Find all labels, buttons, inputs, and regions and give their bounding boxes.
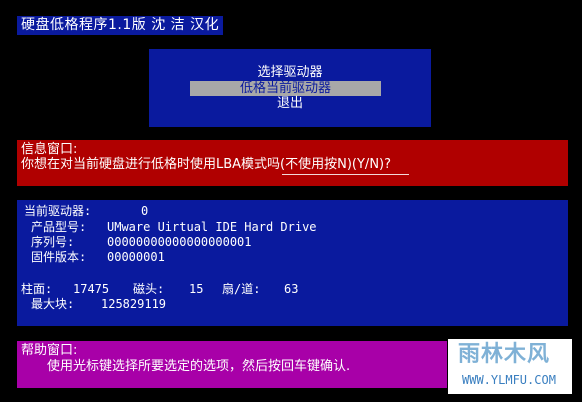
model-value: UMware Uirtual IDE Hard Drive <box>107 220 317 234</box>
max-block-value: 125829119 <box>101 297 167 311</box>
cylinders-label: 柱面: <box>21 282 53 296</box>
menu-item-select-drive[interactable]: 选择驱动器 <box>149 65 431 80</box>
heads-label: 磁头: <box>133 282 165 296</box>
help-window: 帮助窗口: 使用光标键选择所要选定的选项，然后按回车键确认. <box>17 341 447 388</box>
help-text: 使用光标键选择所要选定的选项，然后按回车键确认. <box>47 359 351 374</box>
max-block-label: 最大块: <box>31 297 75 311</box>
serial-value: 00000000000000000001 <box>107 235 252 249</box>
info-window-title: 信息窗口: <box>21 142 78 157</box>
drive-info-panel: 当前驱动器: 0 产品型号: UMware Uirtual IDE Hard D… <box>17 200 568 326</box>
help-window-title: 帮助窗口: <box>21 343 78 358</box>
watermark-main-text: 雨林木风 <box>458 342 551 367</box>
sectors-label: 扇/道: <box>222 282 261 296</box>
info-window: 信息窗口: 你想在对当前硬盘进行低格时使用LBA模式吗(不使用按N)(Y/N)? <box>17 140 568 186</box>
current-drive-value: 0 <box>141 204 149 218</box>
menu-item-exit[interactable]: 退出 <box>149 96 431 111</box>
model-label: 产品型号: <box>31 220 87 234</box>
cylinders-value: 17475 <box>73 282 110 296</box>
watermark-logo: 雨林木风 WWW.YLMFU.COM <box>448 339 572 394</box>
input-cursor-underline <box>282 174 409 175</box>
app-title: 硬盘低格程序1.1版 沈 洁 汉化 <box>17 16 224 35</box>
serial-label: 序列号: <box>31 235 75 249</box>
firmware-label: 固件版本: <box>31 250 87 264</box>
main-menu: 选择驱动器 低格当前驱动器 退出 <box>149 49 431 127</box>
current-drive-label: 当前驱动器: <box>24 204 92 218</box>
info-message: 你想在对当前硬盘进行低格时使用LBA模式吗(不使用按N)(Y/N)? <box>21 157 392 172</box>
menu-item-format-current-drive[interactable]: 低格当前驱动器 <box>190 81 381 96</box>
heads-value: 15 <box>189 282 204 296</box>
watermark-url-text: WWW.YLMFU.COM <box>462 373 556 387</box>
sectors-value: 63 <box>284 282 299 296</box>
firmware-value: 00000001 <box>107 250 165 264</box>
